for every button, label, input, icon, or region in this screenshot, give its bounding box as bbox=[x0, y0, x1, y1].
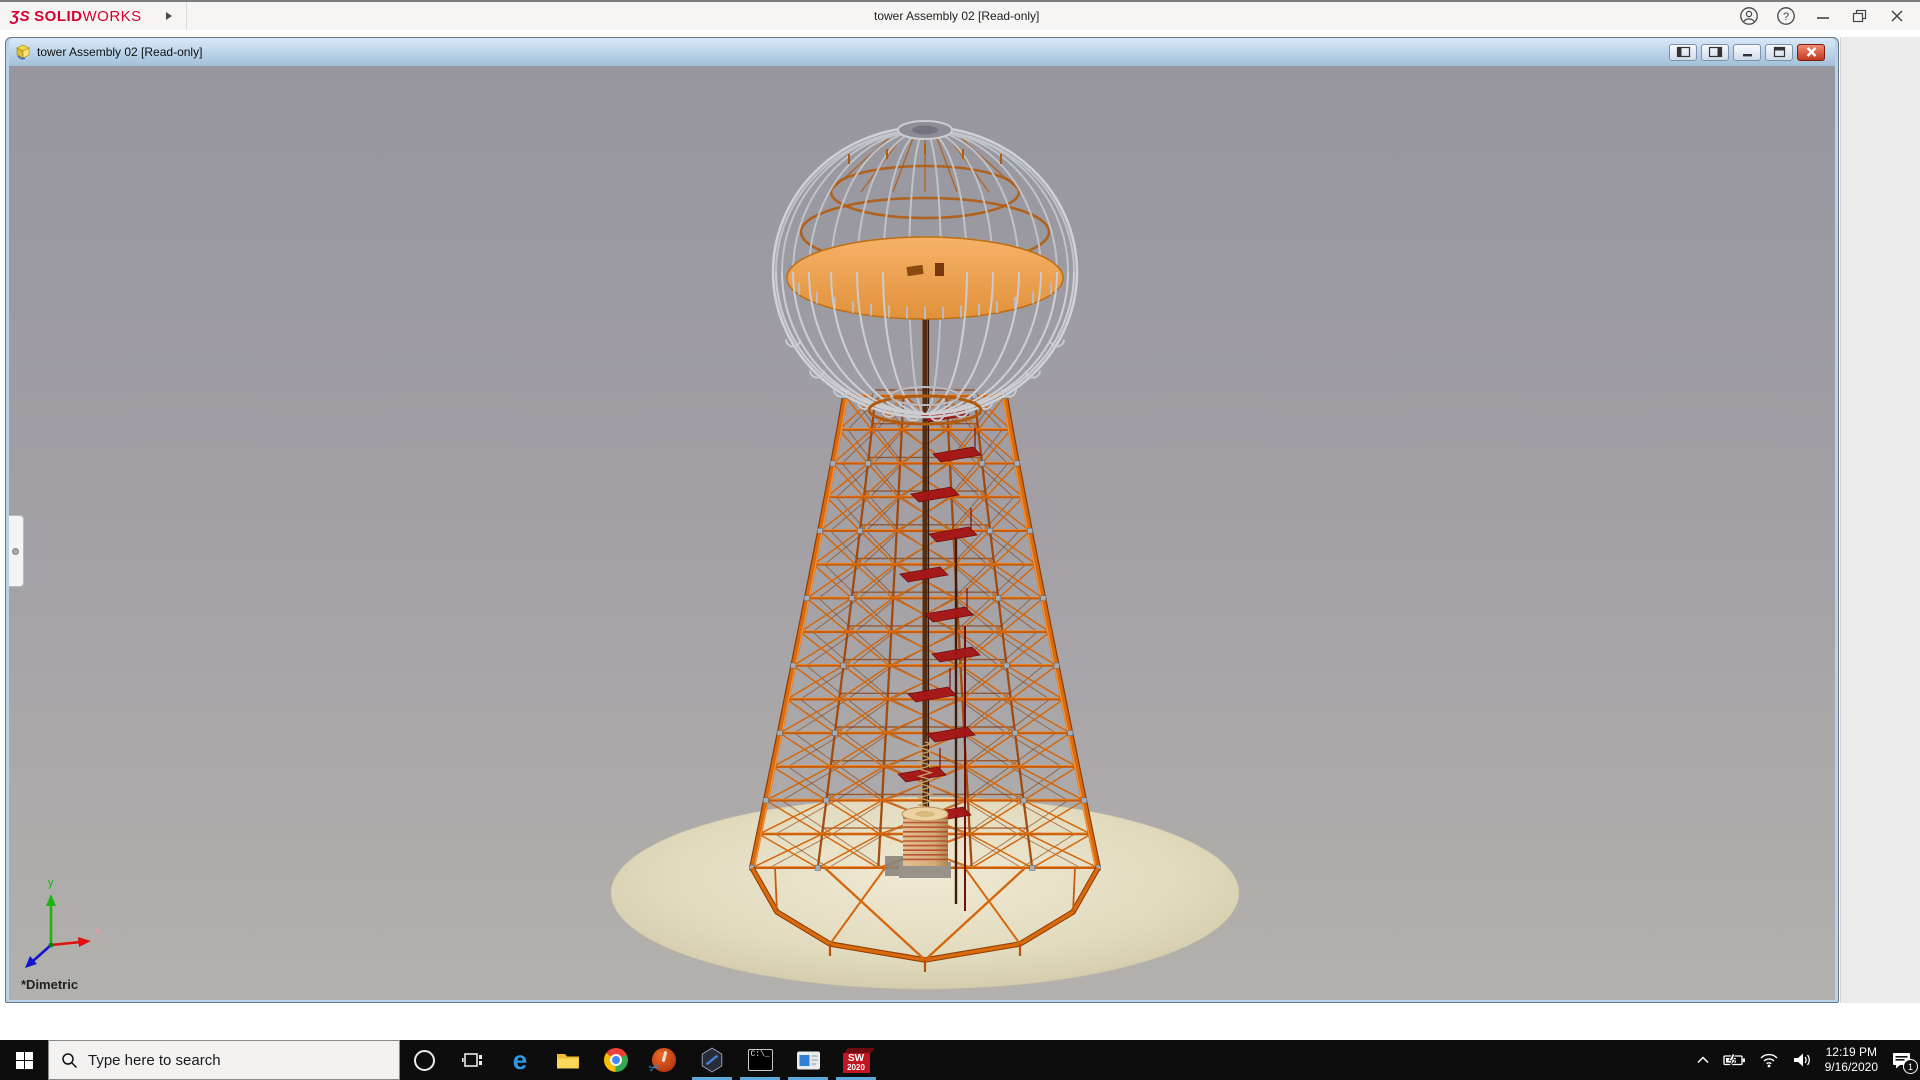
view-orientation-label: *Dimetric bbox=[21, 977, 79, 992]
search-icon bbox=[62, 1052, 78, 1068]
search-input[interactable] bbox=[88, 1051, 387, 1069]
solidworks-menu[interactable]: ƷS SOLIDWORKS bbox=[0, 2, 187, 30]
graphics-viewport[interactable]: y x *Dimetric bbox=[9, 66, 1835, 1000]
chevron-up-icon bbox=[1697, 1056, 1709, 1064]
split-right-pane-button[interactable] bbox=[1701, 43, 1729, 61]
app-window-controls: ? bbox=[1738, 2, 1920, 30]
wifi-icon bbox=[1760, 1053, 1778, 1068]
account-button[interactable] bbox=[1738, 5, 1760, 27]
battery-button[interactable] bbox=[1722, 1052, 1746, 1068]
hexagon-app-button[interactable] bbox=[688, 1040, 736, 1080]
taskbar-search[interactable] bbox=[48, 1040, 400, 1080]
brand-glyph: ƷS bbox=[10, 7, 31, 25]
split-left-icon bbox=[1676, 46, 1690, 58]
command-prompt-button[interactable]: C:\_ bbox=[736, 1040, 784, 1080]
minimize-button[interactable] bbox=[1812, 5, 1834, 27]
document-window-controls bbox=[1669, 43, 1829, 61]
feature-panel-flyout-handle[interactable] bbox=[9, 515, 24, 587]
minimize-icon bbox=[1817, 17, 1829, 19]
speaker-icon bbox=[1793, 1053, 1810, 1067]
restore-icon bbox=[1852, 9, 1867, 23]
chrome-icon bbox=[604, 1048, 628, 1072]
task-view-icon bbox=[462, 1053, 482, 1067]
screen-snip-button[interactable]: ✂ bbox=[640, 1040, 688, 1080]
command-prompt-icon: C:\_ bbox=[747, 1049, 773, 1071]
restore-button[interactable] bbox=[1849, 5, 1871, 27]
help-button[interactable]: ? bbox=[1775, 5, 1797, 27]
doc-close-button[interactable] bbox=[1797, 43, 1825, 61]
svg-text:?: ? bbox=[1783, 11, 1789, 23]
volume-button[interactable] bbox=[1792, 1052, 1812, 1068]
solidworks-2020-icon: SW 2020 bbox=[842, 1047, 875, 1073]
battery-charging-icon bbox=[1722, 1053, 1745, 1067]
windows-logo-icon bbox=[15, 1051, 33, 1069]
flyout-dot-icon bbox=[12, 548, 19, 555]
file-explorer-icon bbox=[557, 1054, 579, 1069]
close-button[interactable] bbox=[1886, 5, 1908, 27]
app-titlebar: ƷS SOLIDWORKS tower Assembly 02 [Read-onl… bbox=[0, 0, 1920, 30]
solidworks-taskbar-button[interactable]: SW 2020 bbox=[832, 1040, 880, 1080]
orientation-triad: y x bbox=[25, 877, 101, 968]
help-icon: ? bbox=[1777, 7, 1795, 25]
taskbar-clock[interactable]: 12:19 PM 9/16/2020 bbox=[1825, 1045, 1878, 1075]
cortana-button[interactable] bbox=[400, 1040, 448, 1080]
document-title: tower Assembly 02 [Read-only] bbox=[37, 45, 203, 59]
split-right-icon bbox=[1708, 46, 1722, 58]
clock-date: 9/16/2020 bbox=[1824, 1060, 1878, 1074]
doc-restore-icon bbox=[1773, 46, 1785, 58]
file-explorer-button[interactable] bbox=[544, 1040, 592, 1080]
edge-icon: e bbox=[512, 1045, 528, 1075]
doc-restore-button[interactable] bbox=[1765, 43, 1793, 61]
screen-snip-icon: ✂ bbox=[647, 1048, 676, 1076]
hexagon-app-icon bbox=[701, 1047, 723, 1073]
solidworks-logo: ƷS SOLIDWORKS bbox=[10, 7, 142, 25]
windows-taskbar: e ✂ C:\_ SW2020 bbox=[0, 1040, 1920, 1080]
network-button[interactable] bbox=[1759, 1052, 1779, 1068]
doc-minimize-button[interactable] bbox=[1733, 43, 1761, 61]
document-window: tower Assembly 02 [Read-only] y x *Dimet… bbox=[5, 37, 1839, 1003]
task-view-button[interactable] bbox=[448, 1040, 496, 1080]
remote-desktop-icon bbox=[796, 1051, 820, 1069]
doc-close-icon bbox=[1806, 47, 1816, 57]
cortana-icon bbox=[413, 1049, 435, 1071]
app-window-title: tower Assembly 02 [Read-only] bbox=[873, 9, 1040, 23]
model-canvas[interactable] bbox=[9, 66, 1835, 1000]
notification-badge: 1 bbox=[1903, 1059, 1918, 1074]
document-titlebar[interactable]: tower Assembly 02 [Read-only] bbox=[9, 38, 1835, 66]
user-icon bbox=[1740, 7, 1758, 25]
y-axis-label: y bbox=[48, 877, 54, 889]
start-button[interactable] bbox=[0, 1040, 48, 1080]
system-tray: 12:19 PM 9/16/2020 1 bbox=[1696, 1040, 1920, 1080]
menu-flyout-arrow-icon[interactable] bbox=[165, 12, 172, 20]
close-icon bbox=[1891, 10, 1903, 22]
split-left-pane-button[interactable] bbox=[1669, 43, 1697, 61]
remote-desktop-button[interactable] bbox=[784, 1040, 832, 1080]
tray-overflow-button[interactable] bbox=[1696, 1054, 1710, 1066]
task-pane-strip bbox=[1840, 37, 1920, 1003]
edge-button[interactable]: e bbox=[496, 1040, 544, 1080]
doc-minimize-icon bbox=[1742, 54, 1752, 57]
action-center-button[interactable]: 1 bbox=[1891, 1050, 1918, 1074]
assembly-icon bbox=[16, 44, 30, 60]
clock-time: 12:19 PM bbox=[1825, 1045, 1877, 1059]
x-axis-label: x bbox=[95, 925, 101, 937]
chrome-button[interactable] bbox=[592, 1040, 640, 1080]
